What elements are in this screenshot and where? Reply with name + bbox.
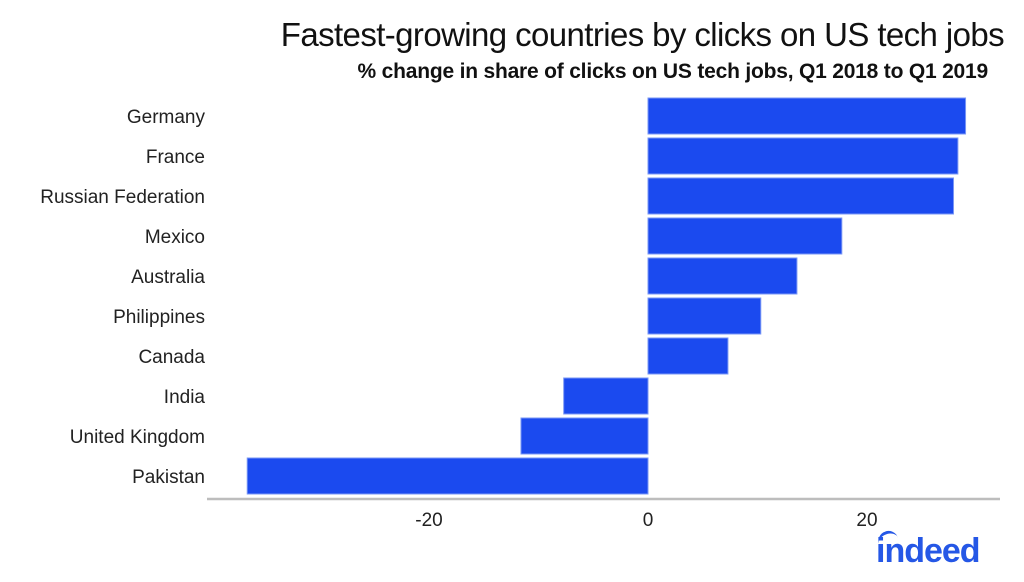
bar-pakistan [246,457,649,495]
category-labels: Germany France Russian Federation Mexico Aus… [40,107,205,488]
bar-australia [647,257,798,295]
bar-mexico [647,217,843,255]
category-label: France [146,147,205,168]
category-label: Canada [138,347,205,368]
bar-france [647,137,959,175]
category-label: Russian Federation [40,187,205,208]
category-label: Mexico [145,227,205,248]
x-tick-label: 20 [856,510,877,531]
indeed-logo: indeed [876,532,981,570]
x-tick-label: 0 [643,510,654,531]
category-label: Philippines [113,307,205,328]
bar-philippines [647,297,762,335]
bar-russian-federation [647,177,955,215]
category-label: Pakistan [132,467,205,488]
bars-group [246,97,967,495]
bar-germany [647,97,967,135]
bar-chart: Germany France Russian Federation Mexico Aus… [40,97,1000,531]
category-label: United Kingdom [70,427,205,448]
category-label: India [164,387,206,408]
x-tick-label: -20 [415,510,442,531]
category-label: Germany [127,107,206,128]
category-label: Australia [131,267,205,288]
x-tick-labels: -20 0 20 [415,510,877,531]
bar-canada [647,337,729,375]
bar-united-kingdom [520,417,649,455]
bar-india [563,377,649,415]
